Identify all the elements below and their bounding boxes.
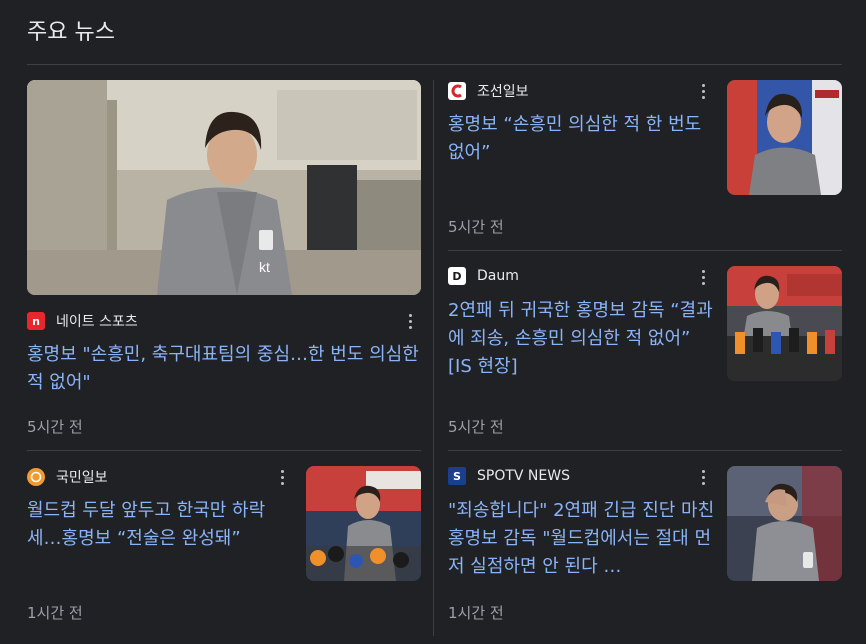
article-4-headline[interactable]: 월드컵 두달 앞두고 한국만 하락세…홍명보 “전술은 완성돼” — [27, 497, 292, 553]
spotv-logo-icon: S — [448, 467, 466, 485]
column-divider — [433, 80, 434, 636]
article-4-thumbnail[interactable] — [306, 466, 421, 581]
article-5-thumbnail[interactable] — [727, 466, 842, 581]
section-divider — [27, 64, 842, 65]
article-3-source[interactable]: D Daum — [448, 267, 519, 285]
article-2-source-name: 조선일보 — [477, 84, 529, 100]
article-4-source[interactable]: 국민일보 — [27, 467, 108, 487]
article-4-time: 1시간 전 — [27, 604, 83, 622]
card-divider — [448, 450, 842, 451]
article-4-source-name: 국민일보 — [56, 470, 108, 486]
article-1-time: 5시간 전 — [27, 418, 83, 436]
article-3-source-name: Daum — [477, 268, 519, 284]
article-2-more-options-icon[interactable] — [697, 82, 709, 100]
article-5-more-options-icon[interactable] — [697, 468, 709, 486]
chosun-logo-icon — [448, 82, 466, 100]
article-1-headline[interactable]: 홍명보 "손흥민, 축구대표팀의 중심…한 번도 의심한 적 없어" — [27, 341, 427, 397]
section-title: 주요 뉴스 — [27, 20, 115, 45]
article-2-time: 5시간 전 — [448, 218, 504, 236]
article-3-thumbnail[interactable] — [727, 266, 842, 381]
article-1-thumbnail[interactable]: kt — [27, 80, 421, 295]
article-2-source[interactable]: 조선일보 — [448, 81, 529, 101]
article-5-time: 1시간 전 — [448, 604, 504, 622]
article-2-headline[interactable]: 홍명보 “손흥민 의심한 적 한 번도 없어” — [448, 111, 714, 167]
article-3-time: 5시간 전 — [448, 418, 504, 436]
article-5-headline[interactable]: "죄송합니다" 2연패 긴급 진단 마친 홍명보 감독 "월드컵에서는 절대 먼… — [448, 497, 720, 581]
svg-text:kt: kt — [259, 259, 270, 275]
daum-logo-icon: D — [448, 267, 466, 285]
article-2-thumbnail[interactable] — [727, 80, 842, 195]
article-4-more-options-icon[interactable] — [276, 468, 288, 486]
article-1-source[interactable]: n 네이트 스포츠 — [27, 311, 138, 331]
article-1-source-name: 네이트 스포츠 — [56, 314, 138, 330]
article-5-source-name: SPOTV NEWS — [477, 468, 570, 484]
card-divider — [448, 250, 842, 251]
article-3-headline[interactable]: 2연패 뒤 귀국한 홍명보 감독 “결과에 죄송, 손흥민 의심한 적 없어” … — [448, 297, 718, 381]
article-1-more-options-icon[interactable] — [404, 312, 416, 330]
article-3-more-options-icon[interactable] — [697, 268, 709, 286]
nate-logo-icon: n — [27, 312, 45, 330]
card-divider — [27, 450, 421, 451]
article-5-source[interactable]: S SPOTV NEWS — [448, 467, 570, 485]
kukmin-logo-icon — [27, 468, 45, 486]
